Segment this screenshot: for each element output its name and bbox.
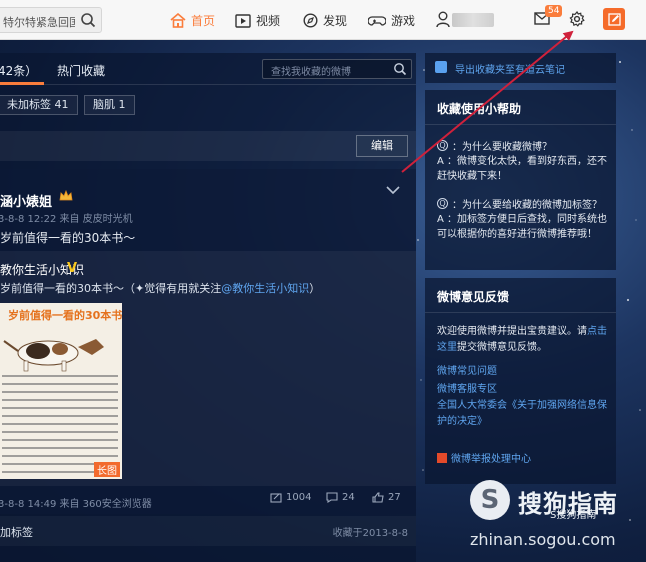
tab-all-favorites[interactable]: 42条） — [0, 62, 37, 79]
post-text: 岁前值得一看的30本书～ — [0, 231, 136, 245]
favorites-search-input[interactable]: 查找我收藏的微博 — [271, 63, 351, 78]
global-search-input[interactable]: 特尔特紧急回国 — [3, 14, 75, 30]
nav-video[interactable]: 视频 — [235, 12, 280, 29]
video-icon — [235, 13, 251, 28]
tag-untagged[interactable]: 未加标签 41 — [0, 95, 78, 115]
favorites-tabs: 42条） 热门收藏 查找我收藏的微博 — [0, 53, 416, 85]
repost-icon — [270, 493, 282, 503]
pencil-icon — [607, 12, 621, 26]
chevron-down-icon[interactable] — [386, 185, 400, 195]
comment-count: 24 — [342, 492, 355, 503]
question-icon: Q — [437, 140, 448, 151]
compose-button[interactable] — [603, 8, 625, 30]
nav-home[interactable]: 首页 — [170, 12, 215, 29]
repost-action[interactable]: 1004 — [270, 492, 311, 503]
favorites-search[interactable]: 查找我收藏的微博 — [262, 59, 412, 79]
active-tab-underline — [0, 82, 44, 85]
nav-discover[interactable]: 发现 — [303, 12, 347, 29]
gear-icon[interactable] — [569, 11, 585, 27]
youdao-note-icon — [435, 61, 447, 73]
sogou-watermark: S 搜狗指南 S搜狗指南 zhinan.sogou.com — [470, 478, 640, 558]
home-icon — [170, 13, 186, 28]
feedback-title: 微博意见反馈 — [437, 290, 510, 304]
favorite-post: 涵小婊姐 3-8-8 12:22 来自 皮皮时光机 岁前值得一看的30本书～ 教… — [0, 169, 416, 514]
mail-badge: 54 — [545, 5, 563, 17]
comment-icon — [326, 492, 338, 503]
global-search[interactable]: 特尔特紧急回国 — [0, 7, 102, 33]
export-favorites-link[interactable]: 导出收藏夹至有道云笔记 — [455, 61, 565, 76]
favorited-date: 收藏于2013-8-8 — [332, 528, 408, 539]
help-question-1-text: ：为什么要收藏微博？ — [452, 142, 552, 153]
post-meta: 3-8-8 12:22 来自 皮皮时光机 — [0, 214, 133, 225]
search-icon[interactable] — [393, 62, 407, 76]
repost-mention-link[interactable]: @教你生活小知识 — [221, 282, 309, 295]
export-favorites-box[interactable]: 导出收藏夹至有道云笔记 — [425, 53, 616, 83]
long-image-badge: 长图 — [94, 462, 120, 477]
edit-bar: 编辑 — [0, 131, 416, 161]
feedback-box: 微博意见反馈 欢迎使用微博并提出宝贵建议。请点击这里提交微博意见反馈。 微博常见… — [425, 278, 616, 484]
comment-action[interactable]: 24 — [326, 492, 355, 503]
question-icon: Q — [437, 198, 448, 209]
top-nav-bar: 特尔特紧急回国 首页 视频 发现 游戏 54 — [0, 0, 646, 40]
nav-discover-label: 发现 — [323, 14, 348, 28]
favorites-help-box: 收藏使用小帮助 Q ：为什么要收藏微博？ A ：微博变化太快，看到好东西，还不赶… — [425, 90, 616, 270]
divider — [425, 124, 616, 125]
favorites-panel: 42条） 热门收藏 查找我收藏的微博 未加标签 41 脑肌 1 编辑 涵小婊姐 … — [0, 53, 416, 562]
post-tag-footer: 加标签 收藏于2013-8-8 — [0, 516, 416, 546]
thumbs-up-icon — [372, 492, 384, 503]
like-action[interactable]: 27 — [372, 492, 401, 503]
search-icon[interactable] — [80, 12, 96, 28]
watermark-url: zhinan.sogou.com — [470, 530, 616, 549]
repost-image-thumbnail[interactable]: 岁前值得一看的30本书 长图 — [0, 303, 122, 479]
like-count: 27 — [388, 492, 401, 503]
report-center-link[interactable]: 微博举报处理中心 — [451, 450, 531, 465]
username-blurred[interactable] — [452, 13, 494, 27]
nav-game[interactable]: 游戏 — [368, 12, 415, 29]
gamepad-icon — [368, 15, 386, 26]
edit-button[interactable]: 编辑 — [356, 135, 408, 157]
tag-brain[interactable]: 脑肌 1 — [84, 95, 135, 115]
faq-link[interactable]: 微博常见问题 — [437, 362, 497, 377]
post-footer-meta: 3-8-8 14:49 来自 360安全浏览器 — [0, 499, 152, 510]
verified-badge: V — [67, 261, 78, 276]
sogou-logo: S — [470, 480, 510, 520]
feedback-text-prefix: 欢迎使用微博并提出宝贵建议。请 — [437, 326, 587, 337]
help-question-1: Q ：为什么要收藏微博？ — [437, 138, 552, 153]
help-answer-1: A ：微博变化太快，看到好东西，还不赶快收藏下来！ — [437, 156, 608, 182]
help-title: 收藏使用小帮助 — [437, 102, 522, 116]
report-center[interactable]: 微博举报处理中心 — [437, 450, 531, 465]
help-question-2-text: ：为什么要给收藏的微博加标签？ — [452, 200, 602, 211]
compass-icon — [303, 13, 318, 28]
watermark-small-brand: S搜狗指南 — [550, 510, 597, 521]
nav-home-label: 首页 — [191, 14, 216, 28]
repost-text: 岁前值得一看的30本书～（✦觉得有用就关注@教你生活小知识） — [0, 280, 320, 296]
nav-video-label: 视频 — [256, 14, 281, 28]
dog-illustration — [3, 339, 104, 372]
npc-decision-link[interactable]: 全国人大常委会《关于加强网络信息保护的决定》 — [437, 398, 612, 430]
customer-service-link[interactable]: 微博客服专区 — [437, 380, 497, 395]
user-icon[interactable] — [436, 11, 450, 28]
repost-count: 1004 — [286, 492, 312, 503]
help-answer-2: A ：加标签方便日后查找，同时系统也可以根据你的喜好进行微博推荐哦！ — [437, 214, 608, 240]
tab-hot-favorites[interactable]: 热门收藏 — [57, 62, 105, 79]
report-icon — [437, 452, 447, 463]
divider — [425, 312, 616, 313]
help-question-2: Q ：为什么要给收藏的微博加标签？ — [437, 196, 602, 211]
feedback-text: 欢迎使用微博并提出宝贵建议。请点击这里提交微博意见反馈。 — [437, 324, 612, 356]
repost-text-prefix: 岁前值得一看的30本书～（✦觉得有用就关注 — [0, 282, 222, 295]
repost-text-suffix: ） — [309, 282, 321, 295]
crown-badge-icon — [59, 190, 73, 201]
feedback-text-suffix: 提交微博意见反馈。 — [457, 342, 547, 353]
nav-game-label: 游戏 — [391, 14, 416, 28]
post-author[interactable]: 涵小婊姐 — [0, 191, 52, 210]
reposted-content: 教你生活小知识 V 岁前值得一看的30本书～（✦觉得有用就关注@教你生活小知识）… — [0, 251, 416, 486]
add-tag-link[interactable]: 加标签 — [0, 524, 33, 540]
